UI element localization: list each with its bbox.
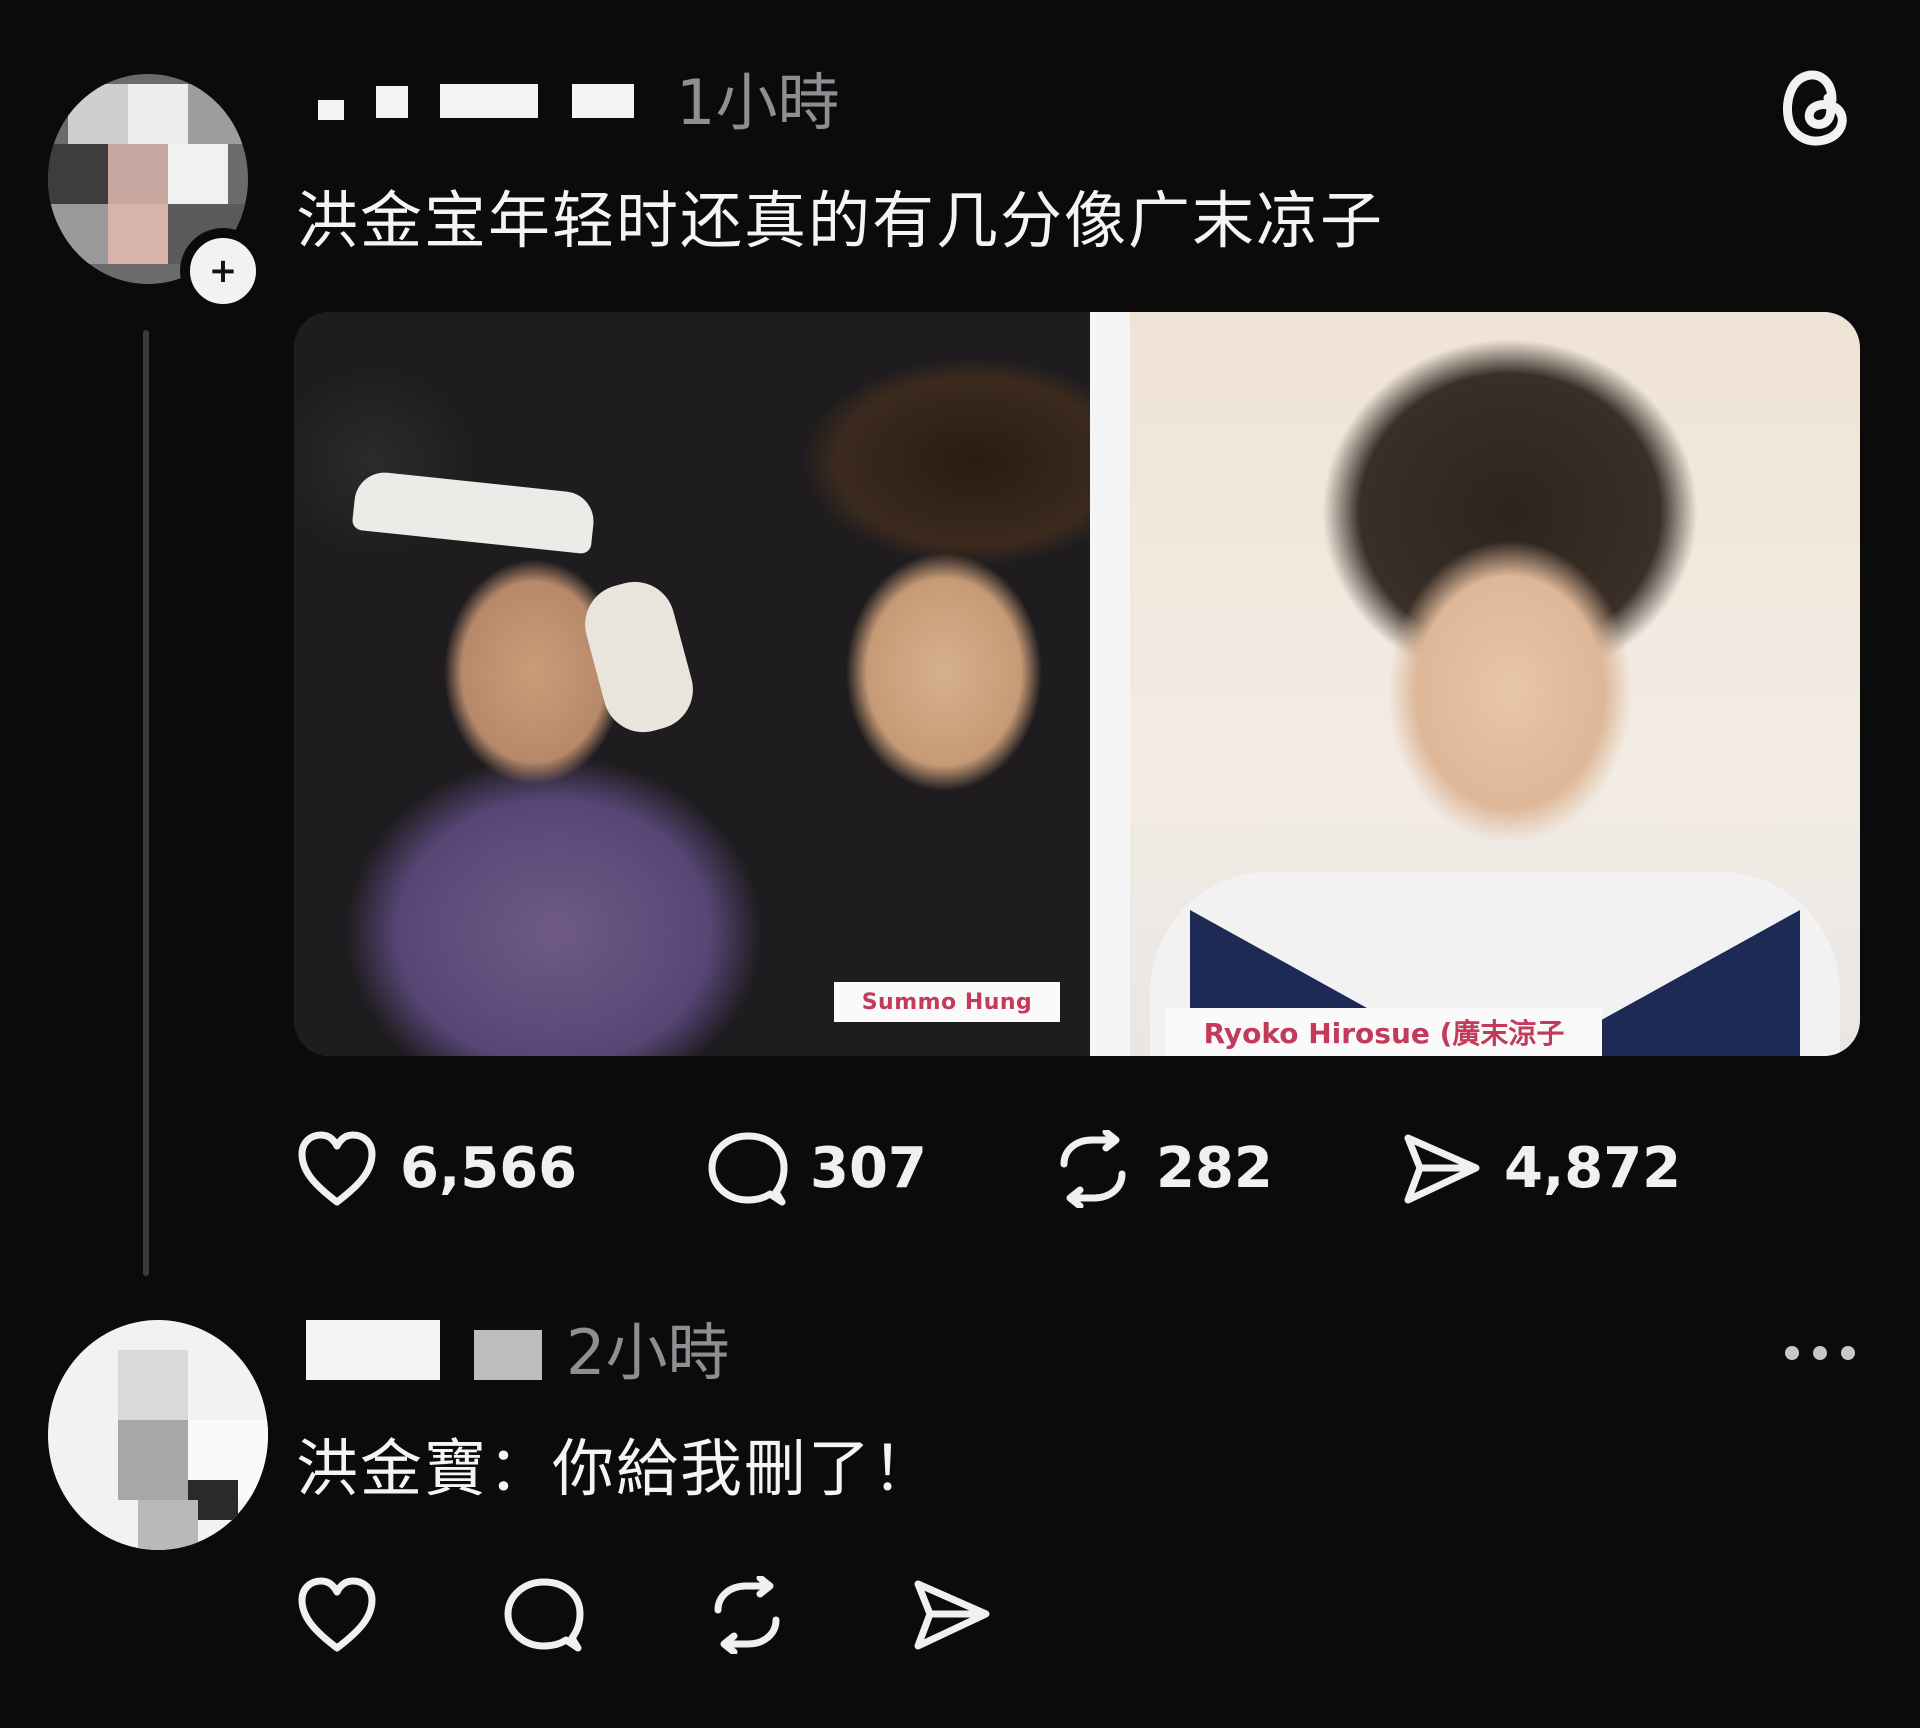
share-button[interactable]: 4,872: [1400, 1130, 1681, 1208]
reply-comment-button[interactable]: [502, 1576, 584, 1658]
more-horizontal-icon[interactable]: [1782, 1338, 1858, 1368]
reply-share-button[interactable]: [910, 1576, 992, 1658]
comment-button[interactable]: 307: [706, 1130, 927, 1208]
headband: [351, 469, 597, 555]
repost-count: 282: [1156, 1136, 1273, 1201]
post-image[interactable]: Summo Hung Ryoko Hirosue (廣末涼子: [294, 312, 1860, 1056]
photo-sammo-hung: [294, 312, 1090, 1056]
follow-button[interactable]: +: [180, 228, 266, 314]
reply-timestamp: 2小時: [566, 1316, 730, 1389]
post-text: 洪金宝年轻时还真的有几分像广末凉子: [296, 184, 1385, 257]
heart-icon: [298, 1131, 376, 1206]
glove: [576, 572, 702, 742]
photo-ryoko-hirosue: [1130, 312, 1860, 1056]
send-icon: [914, 1580, 990, 1650]
reply-username-redacted[interactable]: [306, 1320, 440, 1380]
username-redacted-block: [376, 86, 408, 118]
comment-count: 307: [810, 1136, 927, 1201]
like-button[interactable]: 6,566: [296, 1130, 577, 1208]
caption-left: Summo Hung: [834, 982, 1060, 1022]
heart-icon: [298, 1577, 376, 1652]
username-redacted-block: [572, 84, 634, 118]
like-count: 6,566: [400, 1136, 578, 1201]
repost-icon: [714, 1574, 780, 1656]
reply-like-button[interactable]: [296, 1576, 378, 1658]
repost-icon: [1060, 1130, 1126, 1208]
comment-bubble-icon: [504, 1578, 584, 1652]
plus-icon: +: [208, 251, 238, 291]
reply-text: 洪金寶：你給我刪了！: [296, 1432, 937, 1505]
share-count: 4,872: [1504, 1136, 1682, 1201]
reply-username-redacted-block: [474, 1330, 542, 1380]
post-timestamp: 1小時: [676, 66, 840, 139]
username-redacted-block: [440, 84, 538, 118]
comment-bubble-icon: [708, 1132, 788, 1206]
send-icon: [1404, 1134, 1480, 1204]
thread-line: [143, 330, 149, 1276]
reply-avatar[interactable]: [48, 1320, 268, 1550]
image-divider: [1090, 312, 1130, 1056]
repost-button[interactable]: 282: [1052, 1130, 1273, 1208]
threads-logo-icon[interactable]: [1774, 60, 1858, 150]
username-redacted[interactable]: [318, 100, 344, 120]
caption-right: Ryoko Hirosue (廣末涼子: [1166, 1008, 1602, 1056]
reply-repost-button[interactable]: [706, 1574, 788, 1658]
